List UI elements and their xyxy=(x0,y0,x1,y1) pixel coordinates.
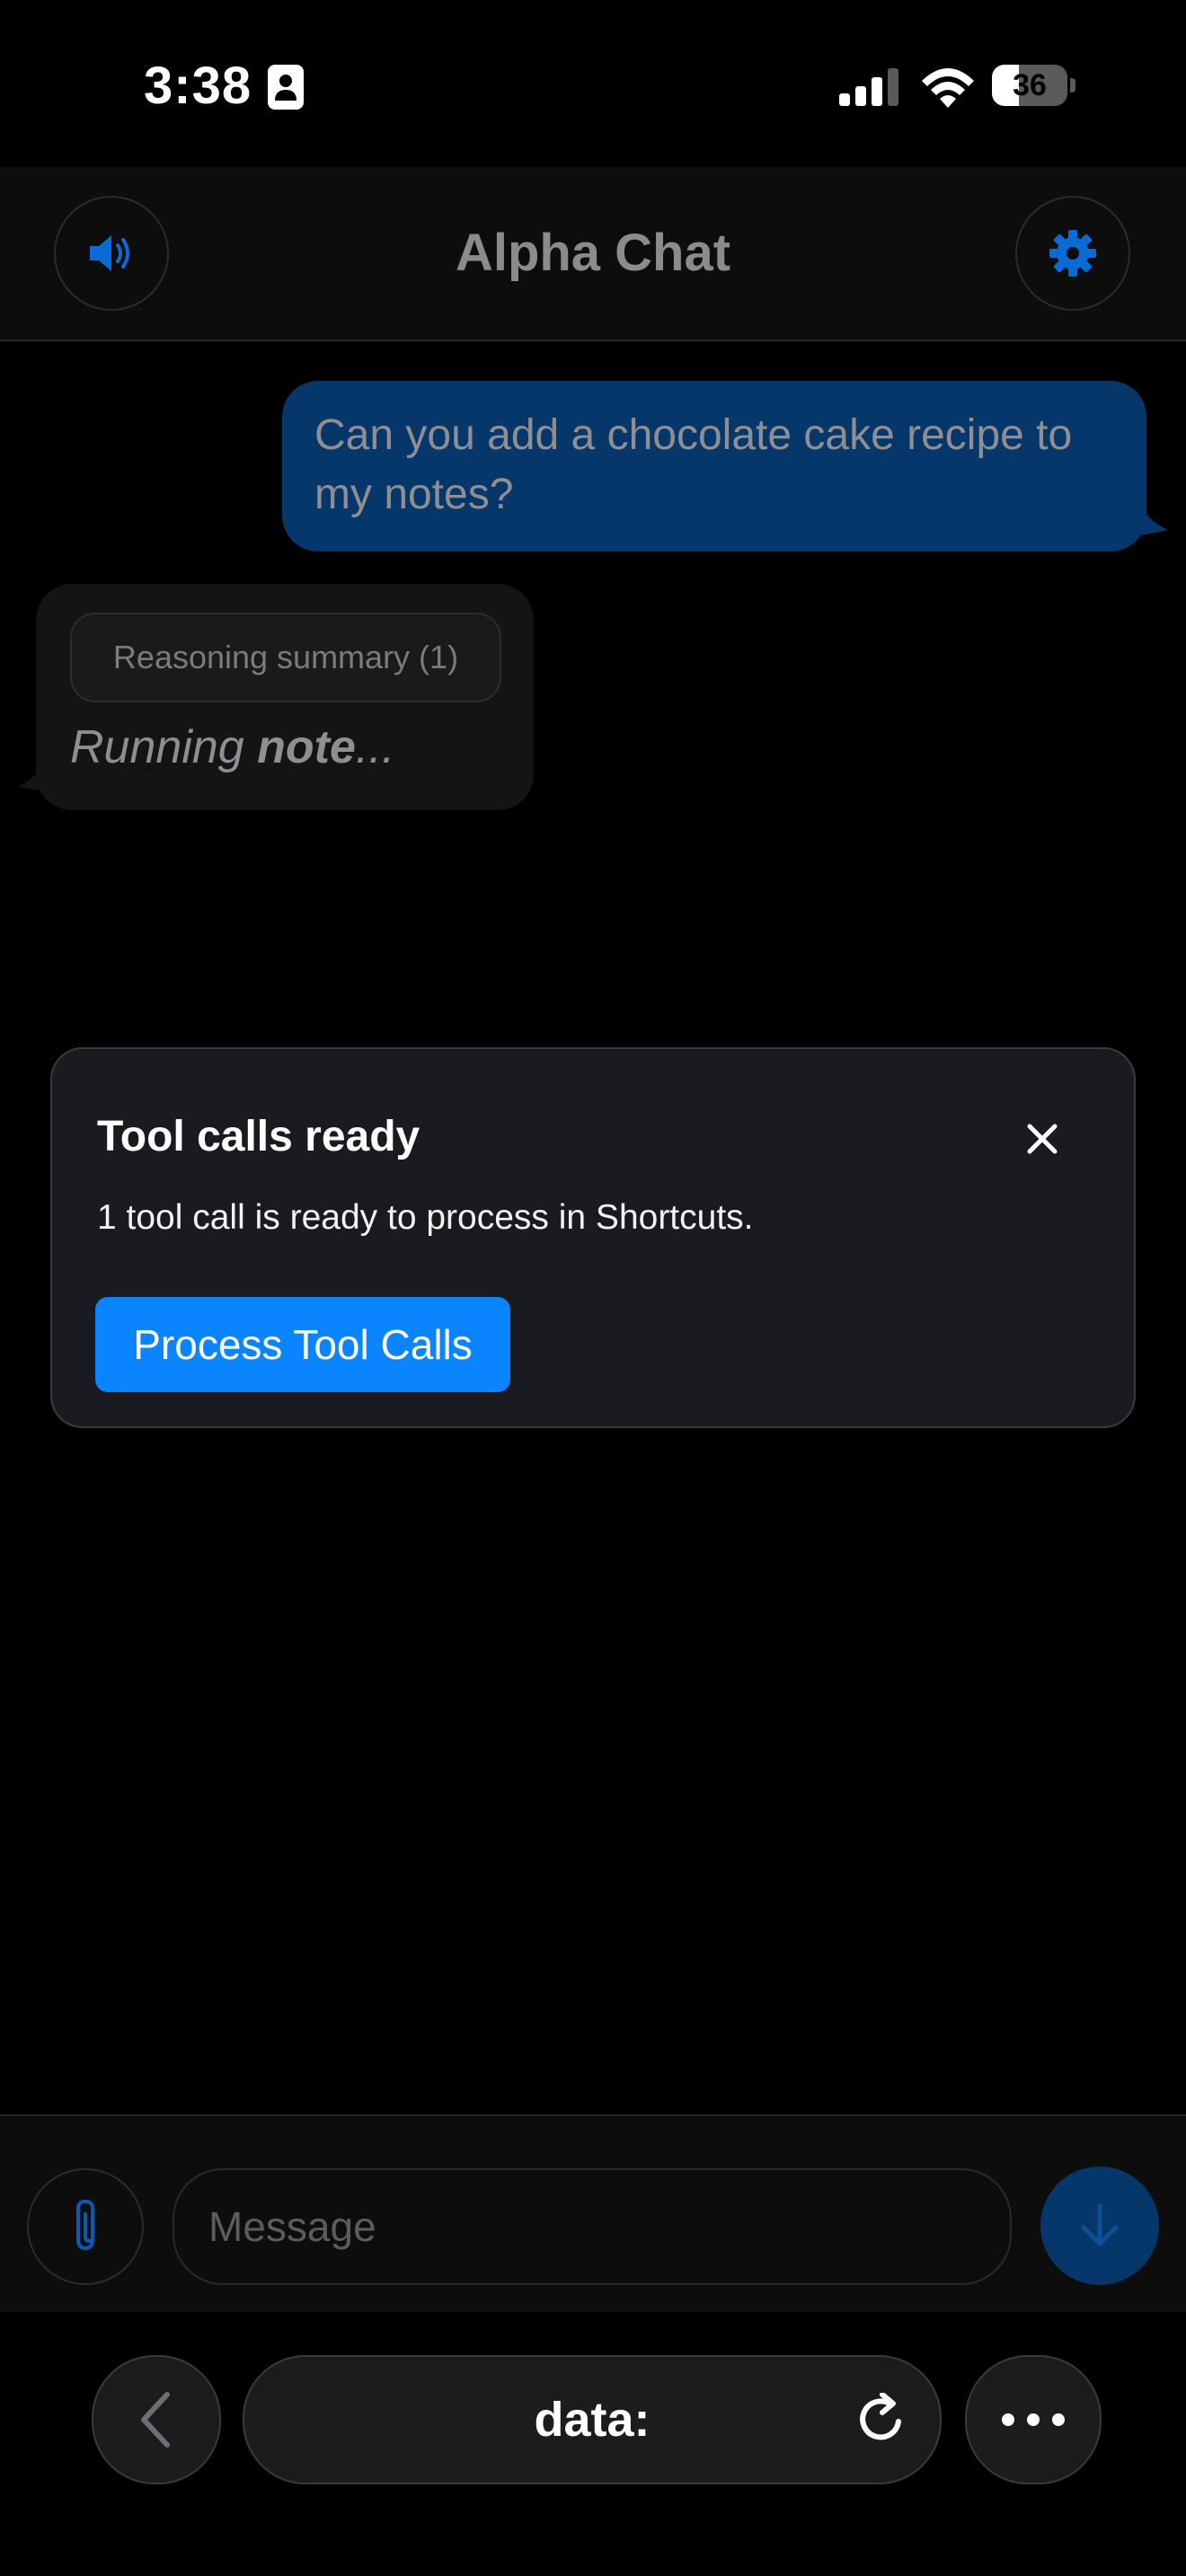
send-button[interactable] xyxy=(1040,2166,1159,2285)
back-button[interactable] xyxy=(92,2355,221,2484)
address-bar[interactable]: data: xyxy=(243,2355,942,2484)
app-title: Alpha Chat xyxy=(455,224,731,282)
gear-icon xyxy=(1049,230,1096,277)
app-header: Alpha Chat xyxy=(0,167,1186,341)
dialog-title: Tool calls ready xyxy=(97,1113,420,1160)
paperclip-icon xyxy=(76,2199,94,2251)
message-composer xyxy=(0,2114,1186,2314)
more-button[interactable] xyxy=(965,2355,1102,2484)
wifi-icon xyxy=(922,68,974,108)
battery-percent: 36 xyxy=(1013,68,1047,102)
browser-toolbar: data: xyxy=(0,2312,1186,2576)
battery-indicator: 36 xyxy=(992,65,1075,106)
arrow-down-icon xyxy=(1081,2203,1119,2246)
process-tool-calls-button[interactable]: Process Tool Calls xyxy=(95,1297,510,1392)
user-message-bubble: Can you add a chocolate cake recipe to m… xyxy=(282,381,1146,551)
speaker-icon xyxy=(90,235,129,271)
user-message-text: Can you add a chocolate cake recipe to m… xyxy=(314,411,1073,518)
message-input[interactable] xyxy=(173,2168,1012,2285)
status-suffix: ... xyxy=(355,721,395,773)
close-icon[interactable] xyxy=(1022,1119,1062,1159)
speaker-button[interactable] xyxy=(54,196,169,311)
status-tool-name: note xyxy=(257,721,356,773)
dialog-message: 1 tool call is ready to process in Short… xyxy=(97,1198,754,1237)
tool-running-status: Running note... xyxy=(70,720,394,774)
status-bar: 3:38 36 xyxy=(0,0,1186,167)
address-text: data: xyxy=(534,2393,651,2447)
tool-calls-dialog: Tool calls ready 1 tool call is ready to… xyxy=(50,1047,1136,1428)
status-time: 3:38 xyxy=(144,57,252,115)
cellular-signal-icon xyxy=(839,68,898,106)
reload-icon[interactable] xyxy=(855,2393,909,2447)
reasoning-summary-button[interactable]: Reasoning summary (1) xyxy=(70,613,501,702)
attach-button[interactable] xyxy=(27,2168,144,2285)
ellipsis-icon xyxy=(1002,2413,1065,2426)
chevron-left-icon xyxy=(141,2392,170,2448)
status-prefix: Running xyxy=(70,721,258,773)
person-badge-icon xyxy=(268,65,304,110)
settings-button[interactable] xyxy=(1015,196,1130,311)
